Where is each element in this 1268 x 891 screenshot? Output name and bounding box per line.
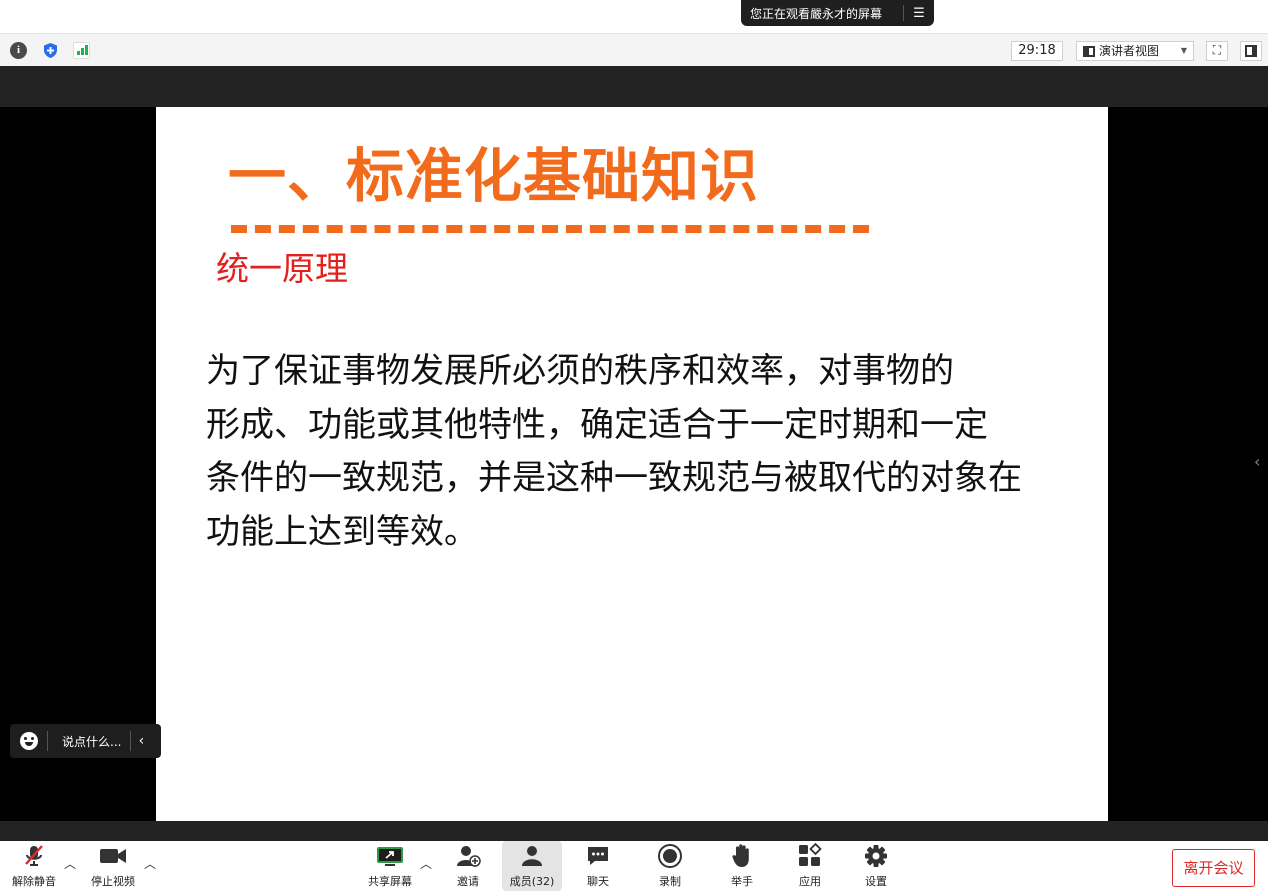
meeting-toolbar: 解除静音 ︿ 停止视频 ︿ 共享屏幕 ︿ 邀请 成员(32) 聊天 录制 举手 … — [0, 841, 1268, 891]
unmute-button[interactable]: 解除静音 — [6, 841, 62, 891]
members-label: 成员(32) — [509, 875, 555, 888]
pill-divider — [47, 731, 48, 751]
slide-body-line: 为了保证事物发展所必须的秩序和效率，对事物的 — [206, 351, 954, 391]
slide-body-line: 形成、功能或其他特性，确定适合于一定时期和一定 — [206, 404, 988, 445]
record-label: 录制 — [659, 875, 681, 888]
share-banner-text: 您正在观看嚴永才的屏幕 — [750, 6, 883, 21]
raise-hand-button[interactable]: 举手 — [722, 841, 762, 891]
settings-button[interactable]: 设置 — [856, 841, 896, 891]
slide-subtitle: 统一原理 — [216, 249, 348, 288]
invite-label: 邀请 — [457, 875, 479, 888]
record-button[interactable]: 录制 — [650, 841, 690, 891]
bottom-letterbox — [0, 821, 1268, 841]
invite-button[interactable]: 邀请 — [446, 841, 490, 891]
unmute-label: 解除静音 — [12, 875, 56, 888]
view-mode-label: 演讲者视图 — [1099, 44, 1160, 58]
collapse-arrow-icon[interactable]: ‹ — [131, 733, 151, 749]
reaction-input[interactable]: 说点什么... ‹ — [10, 724, 161, 758]
share-screen-icon — [376, 841, 404, 871]
signal-icon[interactable] — [73, 42, 90, 59]
gear-icon — [863, 841, 889, 871]
meeting-timer: 29:18 — [1011, 41, 1063, 61]
chevron-up-icon[interactable]: ︿ — [144, 855, 156, 872]
share-screen-button[interactable]: 共享屏幕 — [362, 841, 418, 891]
slide-body-line: 条件的一致规范，并是这种一致规范与被取代的对象在 — [206, 458, 1022, 498]
stop-video-label: 停止视频 — [91, 875, 135, 888]
video-camera-icon — [99, 841, 127, 871]
screen-share-banner: 您正在观看嚴永才的屏幕 ☰ — [741, 0, 934, 26]
view-mode-dropdown[interactable]: 演讲者视图 ▼ — [1076, 41, 1194, 61]
chevron-up-icon[interactable]: ︿ — [420, 855, 432, 872]
chevron-left-icon[interactable]: ‹ — [1254, 452, 1260, 471]
stop-video-button[interactable]: 停止视频 — [86, 841, 140, 891]
user-icon — [520, 841, 544, 871]
list-menu-icon[interactable]: ☰ — [904, 6, 934, 21]
reaction-placeholder[interactable]: 说点什么... — [62, 733, 121, 750]
apps-button[interactable]: 应用 — [790, 841, 830, 891]
panel-icon[interactable] — [1240, 41, 1262, 61]
meeting-info-bar: i 29:18 演讲者视图 ▼ ⛶ — [0, 33, 1268, 66]
chat-button[interactable]: 聊天 — [578, 841, 618, 891]
slide-body: 为了保证事物发展所必须的秩序和效率，对事物的 形成、功能或其他特性，确定适合于一… — [206, 345, 1106, 559]
leave-meeting-button[interactable]: 离开会议 — [1172, 849, 1255, 887]
emoji-icon[interactable] — [20, 732, 38, 750]
slide-dashed-divider — [231, 225, 869, 233]
members-button[interactable]: 成员(32) — [502, 841, 562, 891]
apps-grid-icon — [797, 841, 823, 871]
record-icon — [657, 841, 683, 871]
shield-icon[interactable] — [42, 42, 59, 59]
fullscreen-icon[interactable]: ⛶ — [1206, 41, 1228, 61]
meeting-area: 一、标准化基础知识 统一原理 为了保证事物发展所必须的秩序和效率，对事物的 形成… — [0, 66, 1268, 841]
speaker-view-icon — [1083, 45, 1095, 57]
muted-mic-icon — [23, 841, 45, 871]
info-icon[interactable]: i — [10, 42, 27, 59]
apps-label: 应用 — [799, 875, 821, 888]
settings-label: 设置 — [865, 875, 887, 888]
slide-body-line: 功能上达到等效。 — [206, 511, 478, 552]
chat-label: 聊天 — [587, 875, 609, 888]
add-user-icon — [455, 841, 481, 871]
hand-icon — [731, 841, 753, 871]
top-letterbox — [0, 66, 1268, 107]
slide-title: 一、标准化基础知识 — [228, 142, 760, 210]
raise-hand-label: 举手 — [731, 875, 753, 888]
chat-bubble-icon — [586, 841, 610, 871]
shared-slide: 一、标准化基础知识 统一原理 为了保证事物发展所必须的秩序和效率，对事物的 形成… — [156, 107, 1108, 821]
share-screen-label: 共享屏幕 — [368, 875, 412, 888]
chevron-down-icon: ▼ — [1180, 46, 1187, 55]
chevron-up-icon[interactable]: ︿ — [64, 855, 76, 872]
